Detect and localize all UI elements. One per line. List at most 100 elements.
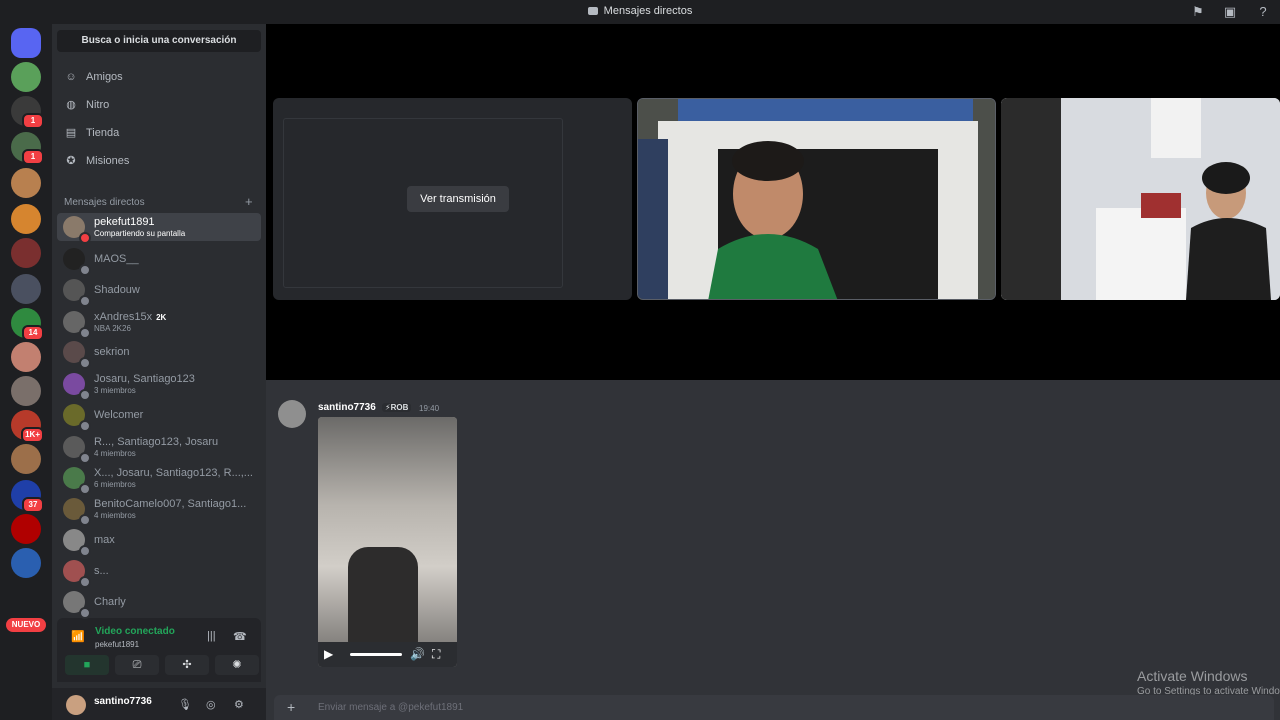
- dm-item[interactable]: BenitoCamelo007, Santiago1... 4 miembros: [57, 495, 261, 526]
- dm-item[interactable]: max: [57, 526, 261, 557]
- server-icon[interactable]: [11, 204, 41, 234]
- dm-item[interactable]: MAOS__: [57, 245, 261, 276]
- voice-panel: 📶 Video conectado pekefut1891 ||| ☎ ■ ⎚ …: [57, 618, 261, 682]
- message-author[interactable]: santino7736: [318, 402, 376, 413]
- nitro-icon: ◍: [66, 99, 76, 111]
- nav-item-label: Nitro: [86, 99, 110, 111]
- play-icon[interactable]: ▶: [324, 647, 333, 661]
- nav-item-misiones[interactable]: ✪ Misiones: [57, 148, 261, 174]
- server-icon[interactable]: [11, 62, 41, 92]
- video-progress-bar[interactable]: [350, 653, 402, 656]
- activate-windows-title: Activate Windows: [1137, 668, 1248, 684]
- dm-name-text: max: [94, 534, 115, 546]
- dm-name: Shadouw: [94, 284, 140, 296]
- add-dm-icon[interactable]: +: [245, 194, 253, 209]
- status-indicator: [79, 452, 91, 464]
- help-icon[interactable]: ?: [1255, 4, 1271, 20]
- dm-name: BenitoCamelo007, Santiago1...: [94, 498, 246, 510]
- status-indicator: [79, 514, 91, 526]
- dm-name-text: MAOS__: [94, 253, 139, 265]
- nav-item-label: Tienda: [86, 127, 120, 139]
- dm-name: X..., Josaru, Santiago123, R...,...: [94, 467, 253, 479]
- nav-item-nitro[interactable]: ◍ Nitro: [57, 92, 261, 118]
- camera-button[interactable]: ■: [65, 655, 109, 675]
- status-indicator: [79, 295, 91, 307]
- server-icon[interactable]: [11, 342, 41, 372]
- server-icon[interactable]: [11, 168, 41, 198]
- quests-icon: ✪: [66, 155, 76, 167]
- dm-name: MAOS__: [94, 253, 139, 265]
- server-icon[interactable]: 37: [11, 480, 44, 513]
- server-icon[interactable]: [11, 514, 41, 544]
- stream-stage: Ver transmisión: [266, 24, 1280, 380]
- nav-item-amigos[interactable]: ☺ Amigos: [57, 64, 261, 90]
- camera-feed-1: [638, 99, 995, 299]
- dm-item[interactable]: Charly: [57, 588, 261, 619]
- dm-item[interactable]: pekefut1891 Compartiendo su pantalla: [57, 213, 261, 244]
- dm-item[interactable]: sekrion: [57, 338, 261, 369]
- dm-name: Welcomer: [94, 409, 143, 421]
- dm-name: Josaru, Santiago123: [94, 373, 195, 385]
- message-timestamp: 19:40: [419, 404, 440, 413]
- inbox-icon[interactable]: ▣: [1222, 4, 1238, 20]
- video-attachment[interactable]: ▶ 🔊 ⛶: [318, 417, 457, 667]
- nav-item-tienda[interactable]: ▤ Tienda: [57, 120, 261, 146]
- dm-name-text: s...: [94, 565, 109, 577]
- inbox-flag-icon[interactable]: ⚑: [1190, 4, 1206, 20]
- microphone-icon[interactable]: 🎙: [178, 698, 192, 711]
- noise-suppression-icon[interactable]: |||: [207, 630, 216, 642]
- new-badge[interactable]: NUEVO: [6, 618, 46, 632]
- watch-stream-button[interactable]: Ver transmisión: [407, 186, 509, 212]
- dm-item[interactable]: Josaru, Santiago123 3 miembros: [57, 370, 261, 401]
- video-subject: [348, 547, 418, 647]
- dm-item[interactable]: Shadouw: [57, 276, 261, 307]
- server-icon[interactable]: [11, 376, 41, 406]
- status-indicator: [79, 483, 91, 495]
- camera-tile-2[interactable]: [1001, 98, 1280, 300]
- disconnect-icon[interactable]: ☎: [233, 630, 247, 643]
- dm-subtitle: 4 miembros: [94, 449, 136, 458]
- discord-home-icon[interactable]: [11, 28, 41, 58]
- avatar[interactable]: [66, 695, 86, 715]
- server-icon[interactable]: [11, 548, 41, 578]
- dm-name: sekrion: [94, 346, 129, 358]
- unread-badge: 37: [22, 497, 44, 513]
- dm-name-text: xAndres15x: [94, 311, 153, 323]
- screen-share-tile[interactable]: Ver transmisión: [273, 98, 632, 300]
- headphones-icon[interactable]: ◎: [206, 698, 216, 711]
- avatar[interactable]: [278, 400, 306, 428]
- title-bar: Mensajes directos ⚑ ▣ ?: [0, 0, 1280, 24]
- dm-name: Charly: [94, 596, 126, 608]
- fullscreen-icon[interactable]: ⛶: [432, 647, 440, 662]
- activities-button[interactable]: ✣: [165, 655, 209, 675]
- server-icon[interactable]: [11, 274, 41, 304]
- volume-icon[interactable]: 🔊: [410, 647, 425, 661]
- composer-placeholder[interactable]: Enviar mensaje a @pekefut1891: [318, 702, 463, 713]
- server-icon[interactable]: 1: [11, 132, 44, 165]
- server-icon[interactable]: 1: [11, 96, 44, 129]
- status-indicator: [79, 545, 91, 557]
- server-icon[interactable]: 14: [11, 308, 44, 341]
- search-conversation-button[interactable]: Busca o inicia una conversación: [57, 30, 261, 52]
- guild-tag: 2K: [156, 313, 167, 322]
- dm-name-text: Welcomer: [94, 409, 144, 421]
- soundboard-button[interactable]: ✺: [215, 655, 259, 675]
- dm-item[interactable]: s...: [57, 557, 261, 588]
- server-icon[interactable]: 1K+: [11, 410, 44, 443]
- dm-item[interactable]: X..., Josaru, Santiago123, R...,... 6 mie…: [57, 464, 261, 495]
- share-screen-button[interactable]: ⎚: [115, 655, 159, 675]
- server-icon[interactable]: [11, 238, 41, 268]
- settings-gear-icon[interactable]: ⚙: [234, 698, 244, 711]
- status-indicator: [79, 607, 91, 619]
- dm-item[interactable]: R..., Santiago123, Josaru 4 miembros: [57, 433, 261, 464]
- dm-item[interactable]: xAndres15x 2K NBA 2K26: [57, 308, 261, 339]
- dm-subtitle: Compartiendo su pantalla: [94, 229, 186, 238]
- video-controls: ▶ 🔊 ⛶: [318, 642, 457, 667]
- dm-name-text: BenitoCamelo007, Santiago1...: [94, 498, 247, 510]
- attach-plus-icon[interactable]: +: [287, 699, 295, 715]
- server-icon[interactable]: [11, 444, 41, 474]
- camera-tile-1[interactable]: [637, 98, 996, 300]
- message-composer[interactable]: + Enviar mensaje a @pekefut1891: [274, 695, 1274, 720]
- dm-item[interactable]: Welcomer: [57, 401, 261, 432]
- unread-badge: 1K+: [21, 427, 44, 443]
